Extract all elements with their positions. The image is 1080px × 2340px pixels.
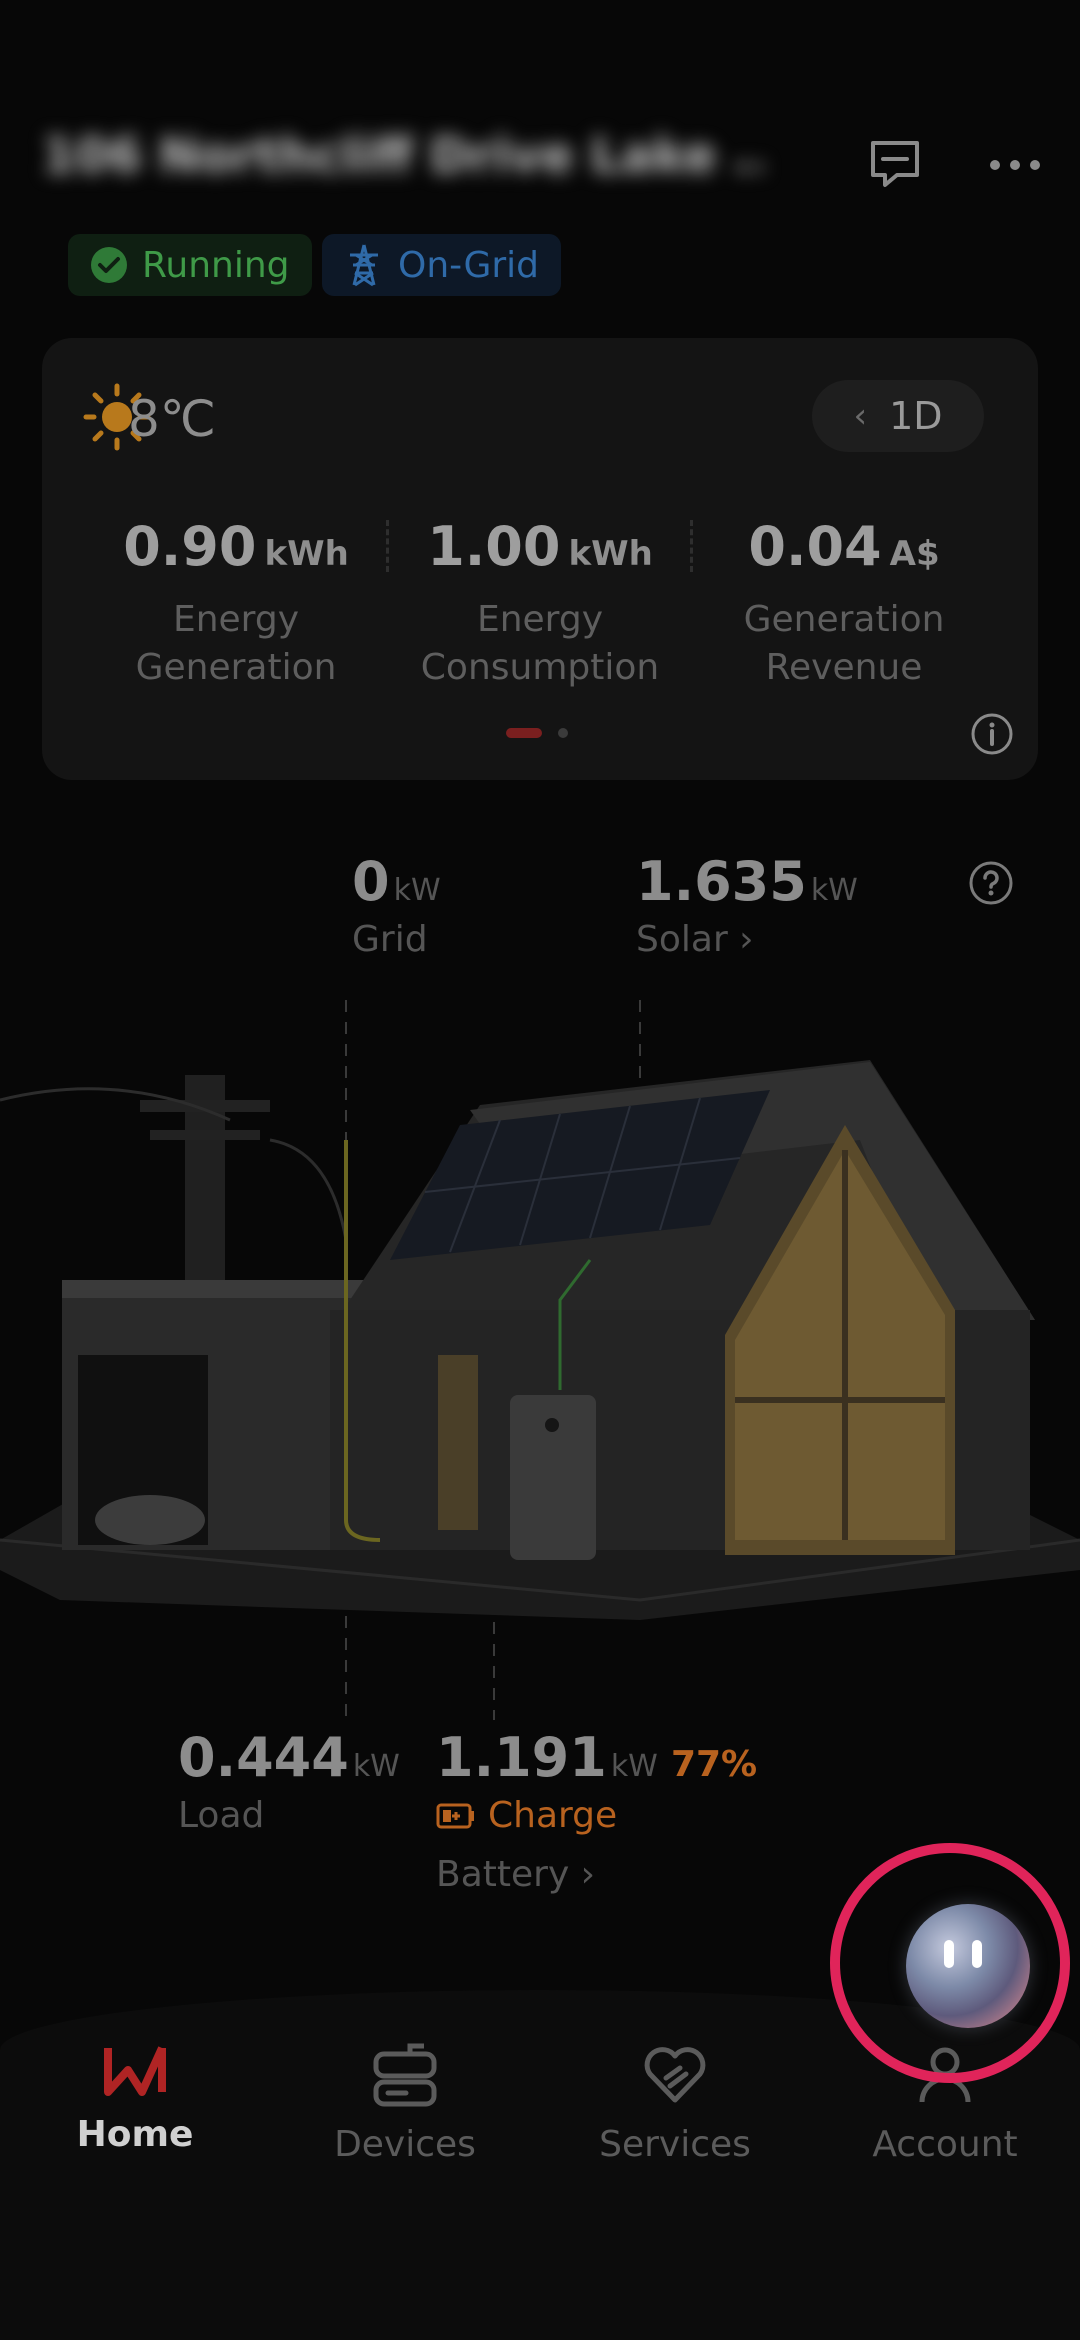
- load-unit: kW: [352, 1749, 400, 1784]
- page-indicator[interactable]: [558, 728, 568, 738]
- metric-generation-revenue: 0.04 A$ Generation Revenue: [694, 515, 994, 692]
- period-selector[interactable]: ‹ 1D: [812, 380, 984, 452]
- metric-label: Consumption: [420, 647, 660, 688]
- metric-energy-generation: 0.90 kWh Energy Generation: [86, 515, 386, 692]
- nav-devices[interactable]: Devices: [270, 2040, 540, 2165]
- nav-services[interactable]: Services: [540, 2040, 810, 2165]
- solar-flow[interactable]: 1.635 kW Solar ›: [636, 850, 858, 960]
- divider: [690, 520, 693, 572]
- battery-flow[interactable]: 1.191 kW 77% Charge Battery ›: [436, 1726, 757, 1895]
- grid-label: On-Grid: [398, 244, 540, 286]
- status-badge-grid: On-Grid: [322, 234, 562, 296]
- load-flow: 0.444 kW Load: [178, 1726, 400, 1836]
- page-indicator-active: [506, 728, 542, 738]
- divider: [386, 520, 389, 572]
- assistant-eye: [972, 1940, 982, 1968]
- chevron-left-icon[interactable]: ‹: [853, 396, 867, 436]
- battery-state: Charge: [488, 1795, 618, 1836]
- info-icon[interactable]: [970, 712, 1014, 760]
- site-name[interactable]: 106 Northcliff Drive Lake ...: [42, 128, 762, 188]
- message-icon[interactable]: [860, 130, 930, 200]
- battery-charge-icon: [436, 1803, 474, 1828]
- assistant-eye: [944, 1940, 954, 1968]
- status-badge-running: Running: [68, 234, 312, 296]
- grid-unit: kW: [393, 873, 441, 908]
- grid-flow: 0 kW Grid: [352, 850, 441, 960]
- grid-label: Grid: [352, 919, 428, 960]
- more-icon[interactable]: [980, 130, 1050, 200]
- running-label: Running: [142, 244, 290, 286]
- metric-label: Generation: [135, 647, 337, 688]
- metric-unit: kWh: [264, 534, 349, 574]
- nav-devices-label: Devices: [334, 2124, 476, 2165]
- metric-label: Revenue: [765, 647, 923, 688]
- battery-soc: 77%: [670, 1744, 758, 1785]
- assistant-bubble[interactable]: [906, 1904, 1030, 2028]
- solar-link[interactable]: Solar ›: [636, 919, 858, 960]
- home-logo-icon: [104, 2046, 166, 2096]
- metric-energy-consumption: 1.00 kWh Energy Consumption: [390, 515, 690, 692]
- metric-value: 0.90: [123, 515, 257, 578]
- nav-home-label: Home: [76, 2114, 194, 2155]
- nav-home[interactable]: Home: [0, 2040, 270, 2155]
- metric-value: 0.04: [748, 515, 882, 578]
- check-circle-icon: [91, 247, 127, 283]
- metric-unit: A$: [889, 534, 940, 574]
- battery-unit: kW: [610, 1749, 658, 1784]
- power-tower-icon: [350, 244, 378, 287]
- metric-value: 1.00: [427, 515, 561, 578]
- load-label: Load: [178, 1795, 265, 1836]
- metric-label: Energy: [172, 599, 300, 640]
- nav-services-label: Services: [599, 2124, 751, 2165]
- services-heart-icon: [644, 2047, 706, 2103]
- battery-power: 1.191: [436, 1726, 607, 1789]
- devices-icon: [373, 2043, 437, 2107]
- metric-unit: kWh: [568, 534, 653, 574]
- period-value: 1D: [889, 394, 943, 438]
- solar-unit: kW: [810, 873, 858, 908]
- metric-label: Energy: [476, 599, 604, 640]
- nav-account-label: Account: [872, 2124, 1018, 2165]
- help-icon[interactable]: [968, 860, 1014, 910]
- grid-power: 0: [352, 850, 390, 913]
- battery-link[interactable]: Battery ›: [436, 1854, 757, 1895]
- temperature: 8℃: [128, 390, 216, 448]
- metric-label: Generation: [743, 599, 945, 640]
- house-illustration: [0, 1000, 1080, 1720]
- solar-power: 1.635: [636, 850, 807, 913]
- load-power: 0.444: [178, 1726, 349, 1789]
